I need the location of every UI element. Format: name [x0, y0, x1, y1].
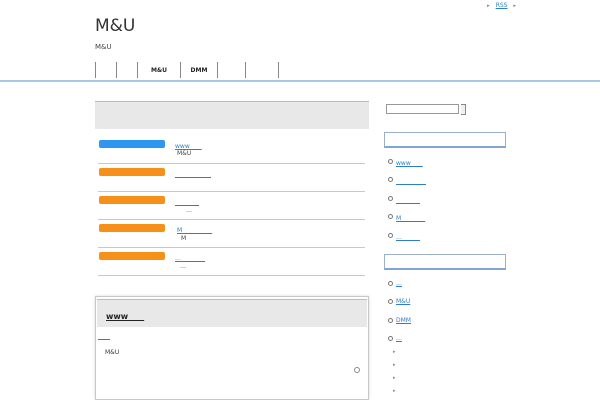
news-row: … …: [98, 248, 365, 276]
search-button[interactable]: [461, 104, 466, 115]
news-title-link[interactable]: [175, 197, 199, 206]
news-row: [98, 164, 365, 192]
sidebar-sublist: ▸ ▸ ▸ ▸: [393, 349, 433, 400]
page: ▸ RSS ▸ M&U M&U M&U DMM www M&U … M M … …: [0, 0, 600, 400]
sidebar-link[interactable]: …: [396, 280, 402, 287]
sub-arrow-icon[interactable]: ▸: [393, 362, 433, 375]
bullet-icon: [388, 159, 393, 164]
bullet-icon: [388, 281, 393, 286]
news-title-link[interactable]: [175, 169, 211, 178]
nav-item-6[interactable]: [245, 62, 279, 78]
header-divider: [0, 80, 600, 82]
bullet-icon: [388, 299, 393, 305]
global-nav: M&U DMM: [95, 62, 279, 78]
arrow-icon: ▸: [513, 2, 516, 9]
gear-icon[interactable]: [354, 367, 360, 373]
sidebar-widget-header: [384, 132, 506, 148]
featured-box-title[interactable]: www: [106, 311, 144, 322]
rss-link[interactable]: RSS: [496, 2, 508, 9]
sidebar-item: …: [387, 280, 507, 298]
search-input[interactable]: [386, 104, 459, 114]
top-links: ▸ RSS ▸: [487, 2, 516, 9]
featured-box-text: M&U: [105, 349, 120, 356]
nav-item-1[interactable]: [95, 62, 116, 78]
bullet-icon: [388, 214, 393, 220]
sidebar-link[interactable]: www: [396, 158, 423, 167]
sidebar-link[interactable]: …: [396, 232, 420, 241]
news-title-link[interactable]: …: [175, 253, 205, 262]
news-row: …: [98, 192, 365, 220]
news-title-link[interactable]: www: [175, 141, 202, 150]
sidebar-item: [387, 176, 507, 194]
nav-item-5[interactable]: [217, 62, 245, 78]
category-badge[interactable]: [99, 168, 165, 176]
sidebar-item: www: [387, 158, 507, 176]
news-row: www M&U: [98, 136, 365, 164]
featured-box-link[interactable]: [98, 331, 110, 340]
news-list: www M&U … M M … …: [98, 136, 365, 276]
sidebar-item: M: [387, 213, 507, 231]
sidebar-item: M&U: [387, 298, 507, 316]
sidebar-item: …: [387, 232, 507, 250]
bullet-icon: [388, 177, 393, 183]
category-badge[interactable]: [99, 196, 165, 204]
bullet-icon: [388, 317, 393, 323]
sidebar-list: www M …: [387, 158, 507, 250]
arrow-icon: ▸: [487, 2, 490, 9]
sidebar-item: DMM: [387, 317, 507, 335]
main-section-header: [95, 101, 369, 129]
sidebar-list: … M&U DMM …: [387, 280, 507, 354]
nav-item-dmm[interactable]: DMM: [180, 62, 217, 78]
bullet-icon: [388, 195, 393, 201]
sidebar-widget-header: [384, 254, 506, 270]
nav-item-mu[interactable]: M&U: [137, 62, 180, 78]
news-row: M M: [98, 220, 365, 248]
news-excerpt: M&U: [177, 150, 192, 157]
bullet-icon: [388, 232, 393, 238]
sidebar-link[interactable]: M&U: [396, 298, 410, 305]
news-excerpt: …: [180, 263, 186, 270]
sub-arrow-icon[interactable]: ▸: [393, 388, 433, 400]
news-excerpt: M: [181, 235, 187, 242]
sidebar-link[interactable]: DMM: [396, 317, 411, 324]
news-excerpt: …: [186, 207, 192, 214]
category-badge[interactable]: [99, 252, 165, 260]
bullet-icon: [388, 336, 393, 342]
sidebar-item: [387, 195, 507, 213]
news-title-link[interactable]: M: [177, 225, 212, 234]
nav-item-2[interactable]: [116, 62, 137, 78]
sub-arrow-icon[interactable]: ▸: [393, 375, 433, 388]
sidebar-link[interactable]: …: [396, 335, 402, 342]
featured-box-header: www: [97, 299, 367, 327]
category-badge[interactable]: [99, 140, 165, 148]
sidebar-link[interactable]: [396, 195, 420, 204]
category-badge[interactable]: [99, 224, 165, 232]
site-description: M&U: [95, 43, 112, 51]
site-title[interactable]: M&U: [95, 16, 135, 36]
sidebar-link[interactable]: [396, 176, 426, 185]
sidebar-link[interactable]: M: [396, 213, 425, 222]
featured-box: www M&U: [95, 296, 369, 400]
sub-arrow-icon[interactable]: ▸: [393, 349, 433, 362]
